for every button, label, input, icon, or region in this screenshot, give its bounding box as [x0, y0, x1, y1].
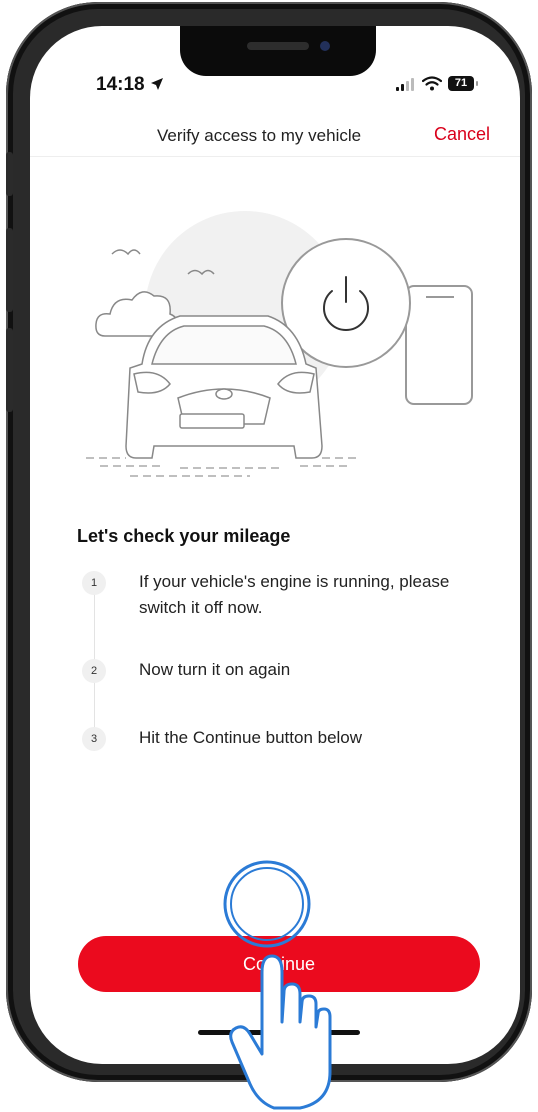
battery-icon: 71: [448, 76, 478, 91]
step-item: 3 Hit the Continue button below: [77, 727, 459, 751]
car-illustration: [86, 211, 473, 477]
status-icons: 71: [396, 76, 478, 91]
page-title: Verify access to my vehicle: [157, 126, 362, 145]
step-number: 2: [82, 659, 106, 683]
phone-frame: 14:18 71 Verify access to my vehicle Can…: [6, 2, 532, 1082]
location-arrow-icon: [150, 78, 163, 90]
cancel-button[interactable]: Cancel: [434, 124, 490, 145]
step-number: 1: [82, 571, 106, 595]
home-indicator: [198, 1030, 360, 1035]
continue-button[interactable]: Continue: [78, 936, 480, 992]
step-item: 1 If your vehicle's engine is running, p…: [77, 571, 459, 621]
status-time: 14:18: [96, 74, 164, 96]
speaker-grille: [247, 42, 309, 50]
step-text: If your vehicle's engine is running, ple…: [139, 572, 450, 617]
notch: [180, 26, 376, 76]
nav-header: Verify access to my vehicle Cancel: [30, 124, 520, 158]
volume-down-button: [6, 328, 13, 412]
app-screen: 14:18 71 Verify access to my vehicle Can…: [30, 26, 520, 1064]
header-divider: [30, 156, 520, 157]
front-camera: [320, 41, 330, 51]
section-heading: Let's check your mileage: [77, 526, 291, 546]
mute-switch: [6, 152, 13, 196]
cellular-signal-icon: [396, 77, 414, 91]
wifi-icon: [422, 76, 442, 91]
step-text: Hit the Continue button below: [139, 728, 363, 747]
step-number: 3: [82, 727, 106, 751]
volume-up-button: [6, 228, 13, 312]
status-time-text: 14:18: [96, 74, 145, 95]
step-item: 2 Now turn it on again: [77, 659, 459, 683]
step-text: Now turn it on again: [139, 660, 291, 679]
